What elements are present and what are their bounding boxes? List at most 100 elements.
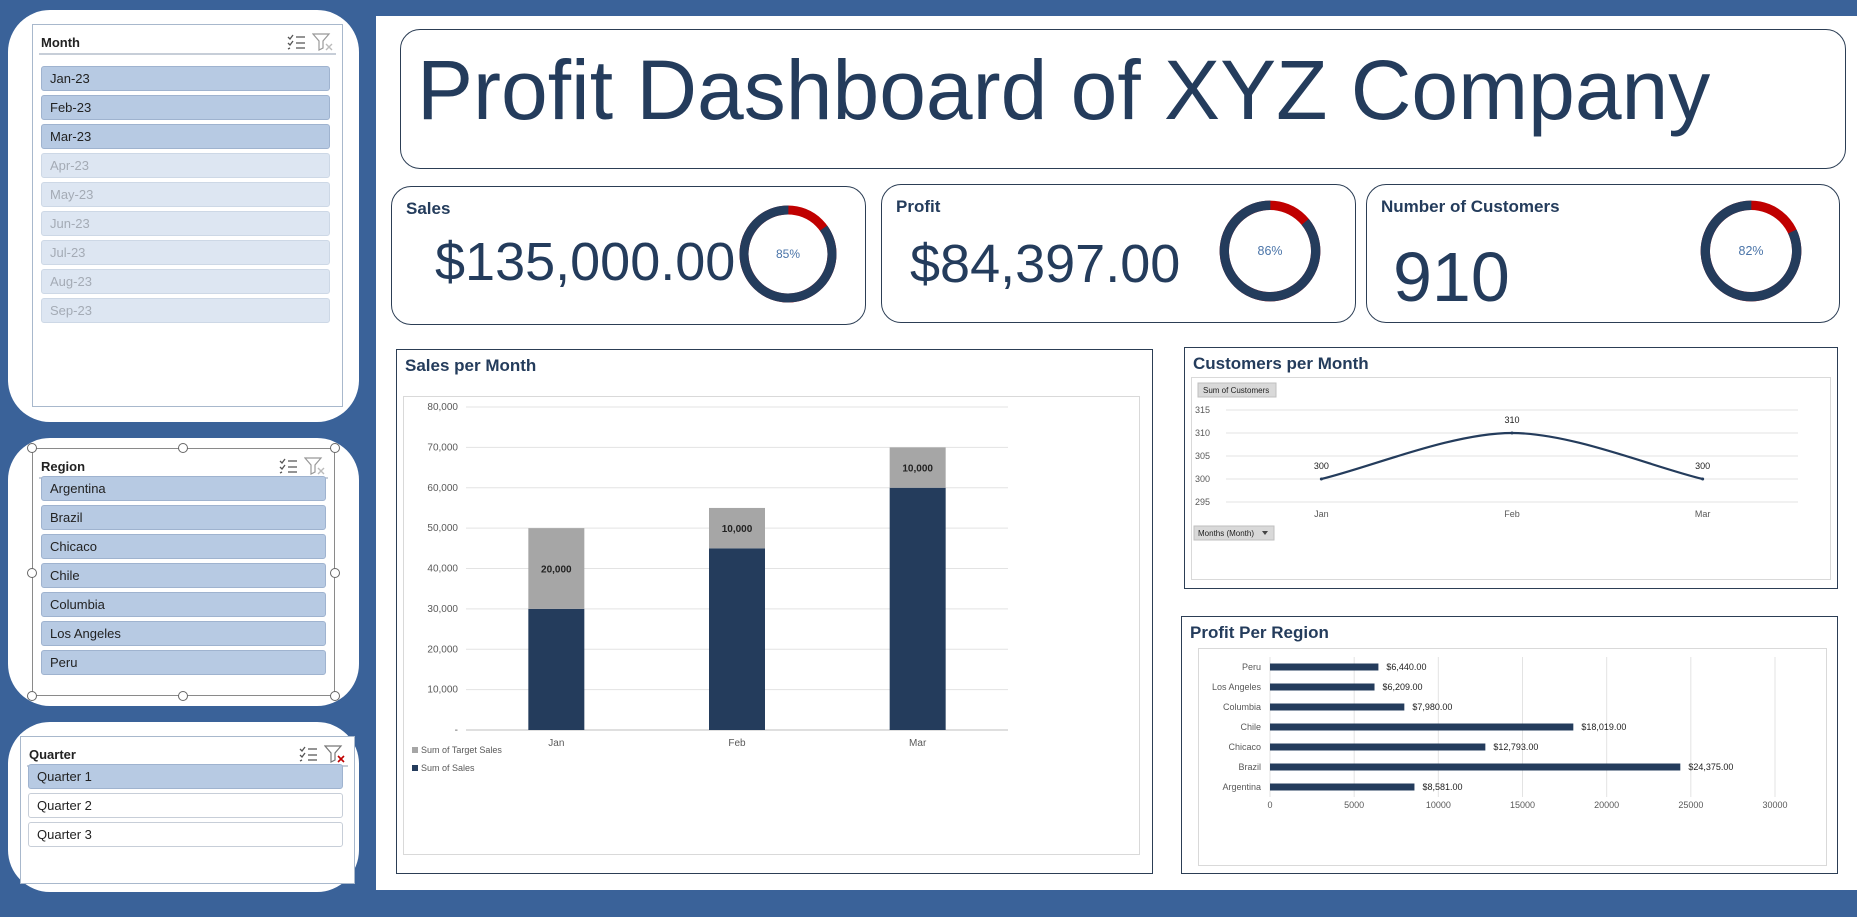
sales-per-month-chart[interactable]: Sales per Month - 10,000 20,000 30,000 40,00… — [396, 349, 1153, 874]
quarter-slicer-title: Quarter — [29, 747, 76, 762]
sales-kpi-label: Sales — [406, 199, 451, 218]
month-slicer-item[interactable]: Feb-23 — [41, 95, 330, 120]
resize-handle[interactable] — [330, 568, 340, 578]
region-bar — [1270, 723, 1574, 731]
month-slicer-item[interactable]: May-23 — [41, 182, 330, 207]
line-point — [1319, 477, 1323, 481]
clear-filter-icon[interactable] — [312, 33, 334, 51]
y-tick-label: 305 — [1195, 451, 1210, 461]
month-slicer-item[interactable]: Jun-23 — [41, 211, 330, 236]
y-tick-label: 10,000 — [427, 685, 458, 696]
region-slicer-item[interactable]: Columbia — [41, 592, 326, 617]
x-tick-label: 15000 — [1510, 800, 1535, 810]
sales-chart-title: Sales per Month — [405, 356, 537, 375]
resize-handle[interactable] — [27, 443, 37, 453]
x-tick-label: 5000 — [1344, 800, 1364, 810]
x-tick-label: Mar — [909, 738, 927, 749]
month-slicer-item[interactable]: Aug-23 — [41, 269, 330, 294]
slicer-tools — [286, 33, 334, 53]
region-slicer-item[interactable]: Peru — [41, 650, 326, 675]
dashboard-canvas: Profit Dashboard of XYZ Company Sales $1… — [376, 16, 1857, 890]
y-tick-label: 300 — [1195, 474, 1210, 484]
legend-swatch — [412, 747, 418, 753]
x-tick-label: Jan — [548, 738, 564, 749]
customers-plot-frame: Sum of Customers 295 300 305 310 315 300 Jan 310… — [1191, 377, 1831, 580]
region-slicer-item[interactable]: Argentina — [41, 476, 326, 501]
multi-select-icon[interactable] — [278, 457, 298, 475]
profit-per-region-chart[interactable]: Profit Per Region 0 5000 10000 15000 20000 25… — [1181, 616, 1838, 874]
bar-data-label: $18,019.00 — [1581, 722, 1626, 732]
region-slicer-item[interactable]: Brazil — [41, 505, 326, 530]
clear-filter-icon[interactable] — [324, 745, 346, 763]
region-slicer[interactable]: Region Argentina Brazil Chicaco Chile Columb… — [32, 448, 335, 696]
bar-data-label: 10,000 — [722, 524, 753, 535]
month-slicer-title: Month — [41, 35, 80, 50]
region-bar — [1270, 703, 1405, 711]
region-bar — [1270, 683, 1375, 691]
y-tick-label: 70,000 — [427, 442, 458, 453]
dashboard-title: Profit Dashboard of XYZ Company — [417, 43, 1711, 137]
customers-donut-chart: 82% — [1700, 200, 1802, 302]
sales-bar-plot: - 10,000 20,000 30,000 40,000 50,000 60,000 70,… — [412, 402, 1008, 773]
x-tick-label: 20000 — [1594, 800, 1619, 810]
y-tick-label: Columbia — [1223, 702, 1261, 712]
line-point — [1701, 477, 1705, 481]
region-bar-plot: 0 5000 10000 15000 20000 25000 30000 Peru $6,440… — [1212, 657, 1788, 810]
axis-field-button-label: Months (Month) — [1198, 529, 1254, 538]
y-tick-label: Brazil — [1238, 762, 1261, 772]
bar-data-label: $6,209.00 — [1383, 682, 1423, 692]
resize-handle[interactable] — [27, 568, 37, 578]
multi-select-icon[interactable] — [298, 745, 318, 763]
region-slicer-item[interactable]: Los Angeles — [41, 621, 326, 646]
quarter-slicer-item[interactable]: Quarter 1 — [28, 764, 343, 789]
sales-kpi-card: Sales $135,000.00 85% — [391, 186, 866, 325]
month-slicer-item[interactable]: Jan-23 — [41, 66, 330, 91]
sales-donut-chart: 85% — [739, 205, 837, 303]
point-data-label: 310 — [1504, 415, 1519, 425]
title-banner: Profit Dashboard of XYZ Company — [400, 29, 1846, 169]
slicer-tools — [278, 457, 326, 477]
resize-handle[interactable] — [330, 443, 340, 453]
customers-per-month-chart[interactable]: Customers per Month Sum of Customers 295 3… — [1184, 347, 1838, 589]
sales-plot-frame: - 10,000 20,000 30,000 40,000 50,000 60,000 70,… — [403, 396, 1140, 855]
y-tick-label: 30,000 — [427, 604, 458, 615]
point-data-label: 300 — [1695, 461, 1710, 471]
y-tick-label: 310 — [1195, 428, 1210, 438]
month-slicer-item[interactable]: Apr-23 — [41, 153, 330, 178]
quarter-slicer: Quarter Quarter 1 Quarter 2 Quarter 3 — [20, 736, 355, 884]
bar-data-label: $8,581.00 — [1422, 782, 1462, 792]
clear-filter-icon[interactable] — [304, 457, 326, 475]
y-tick-label: 295 — [1195, 497, 1210, 507]
donut-percent-label: 82% — [1739, 244, 1764, 258]
x-tick-label: 10000 — [1426, 800, 1451, 810]
sales-kpi-value: $135,000.00 — [435, 232, 736, 292]
legend-swatch — [412, 765, 418, 771]
x-tick-label: 25000 — [1678, 800, 1703, 810]
quarter-slicer-item[interactable]: Quarter 2 — [28, 793, 343, 818]
profit-kpi-label: Profit — [896, 197, 941, 216]
legend-label: Sum of Sales — [421, 763, 475, 773]
slicer-header: Month — [39, 31, 336, 55]
region-slicer-item[interactable]: Chile — [41, 563, 326, 588]
y-tick-label: 50,000 — [427, 523, 458, 534]
resize-handle[interactable] — [330, 691, 340, 701]
customers-kpi-value: 910 — [1393, 238, 1510, 316]
resize-handle[interactable] — [178, 691, 188, 701]
region-bar — [1270, 763, 1681, 771]
customers-kpi-label: Number of Customers — [1381, 197, 1560, 216]
month-slicer-item[interactable]: Sep-23 — [41, 298, 330, 323]
point-data-label: 300 — [1314, 461, 1329, 471]
slicer-tools — [298, 745, 346, 765]
month-slicer-item[interactable]: Jul-23 — [41, 240, 330, 265]
region-slicer-item[interactable]: Chicaco — [41, 534, 326, 559]
donut-percent-label: 85% — [776, 247, 800, 261]
month-slicer-item[interactable]: Mar-23 — [41, 124, 330, 149]
resize-handle[interactable] — [178, 443, 188, 453]
x-tick-label: 30000 — [1762, 800, 1787, 810]
quarter-slicer-item[interactable]: Quarter 3 — [28, 822, 343, 847]
resize-handle[interactable] — [27, 691, 37, 701]
y-tick-label: 40,000 — [427, 564, 458, 575]
y-tick-label: - — [455, 725, 458, 736]
y-tick-label: Chicaco — [1228, 742, 1261, 752]
multi-select-icon[interactable] — [286, 33, 306, 51]
